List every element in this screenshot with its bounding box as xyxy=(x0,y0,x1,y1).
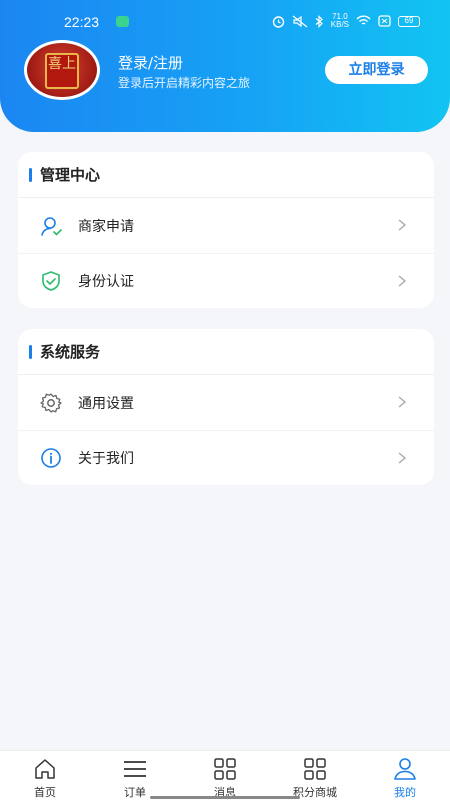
network-speed-unit: KB/S xyxy=(330,20,349,29)
system-services-title: 系统服务 xyxy=(40,343,101,361)
identity-verification-label: 身份认证 xyxy=(78,274,134,290)
tab-home-label: 首页 xyxy=(34,786,56,799)
merchant-application-item[interactable]: 商家申请 xyxy=(18,198,434,253)
bluetooth-icon xyxy=(315,14,323,28)
about-us-item[interactable]: 关于我们 xyxy=(18,430,434,485)
management-center-card: 管理中心 商家申请 身份认证 xyxy=(18,152,434,308)
management-center-title: 管理中心 xyxy=(40,166,101,184)
avatar-plate-text: 喜上 xyxy=(45,53,79,89)
chevron-right-icon xyxy=(398,219,407,231)
chevron-right-icon xyxy=(398,452,407,464)
battery-icon: 69 xyxy=(398,15,420,27)
chevron-right-icon xyxy=(398,396,407,408)
merchant-application-label: 商家申请 xyxy=(78,218,134,235)
message-notification-icon xyxy=(116,16,129,27)
login-register-title[interactable]: 登录/注册 xyxy=(118,52,183,73)
general-settings-item[interactable]: 通用设置 xyxy=(18,375,434,430)
user-icon xyxy=(40,215,62,237)
tab-points-mall[interactable]: 积分商城 xyxy=(270,751,360,800)
sim-icon xyxy=(378,15,391,27)
list-icon xyxy=(122,757,148,781)
section-accent-bar xyxy=(29,167,32,182)
general-settings-label: 通用设置 xyxy=(78,395,134,412)
tab-mine[interactable]: 我的 xyxy=(360,751,450,800)
status-time: 22:23 xyxy=(64,14,100,30)
grid-icon xyxy=(302,757,328,781)
status-bar: 22:23 71.0 KB/S 69 xyxy=(0,10,450,36)
login-subtitle: 登录后开启精彩内容之旅 xyxy=(118,76,251,90)
network-speed: 71.0 KB/S xyxy=(331,13,349,29)
home-indicator[interactable] xyxy=(150,796,300,799)
about-us-label: 关于我们 xyxy=(78,451,134,467)
tab-home[interactable]: 首页 xyxy=(0,751,90,800)
profile-header: 22:23 71.0 KB/S 69 喜上 登录/注册 登录后开启精彩内容之旅 … xyxy=(0,0,450,132)
tab-orders[interactable]: 订单 xyxy=(90,751,180,800)
info-icon xyxy=(40,447,62,469)
system-services-card: 系统服务 通用设置 关于我们 xyxy=(18,329,434,485)
bottom-tab-bar: 首页 订单 消息 积分商城 我的 xyxy=(0,750,450,800)
mute-icon xyxy=(292,15,308,27)
management-center-header: 管理中心 xyxy=(18,152,434,198)
shield-check-icon xyxy=(40,270,62,292)
system-services-header: 系统服务 xyxy=(18,329,434,375)
grid-icon xyxy=(212,757,238,781)
identity-verification-item[interactable]: 身份认证 xyxy=(18,253,434,308)
alarm-icon xyxy=(272,15,284,28)
home-icon xyxy=(32,757,58,781)
avatar[interactable]: 喜上 xyxy=(24,40,100,100)
tab-messages[interactable]: 消息 xyxy=(180,751,270,800)
wifi-icon xyxy=(356,15,371,25)
login-button[interactable]: 立即登录 xyxy=(325,56,428,84)
section-accent-bar xyxy=(29,344,32,359)
tab-mine-label: 我的 xyxy=(394,786,416,799)
gear-icon xyxy=(40,392,62,414)
person-icon xyxy=(392,757,418,781)
tab-orders-label: 订单 xyxy=(124,786,146,799)
chevron-right-icon xyxy=(398,275,407,287)
